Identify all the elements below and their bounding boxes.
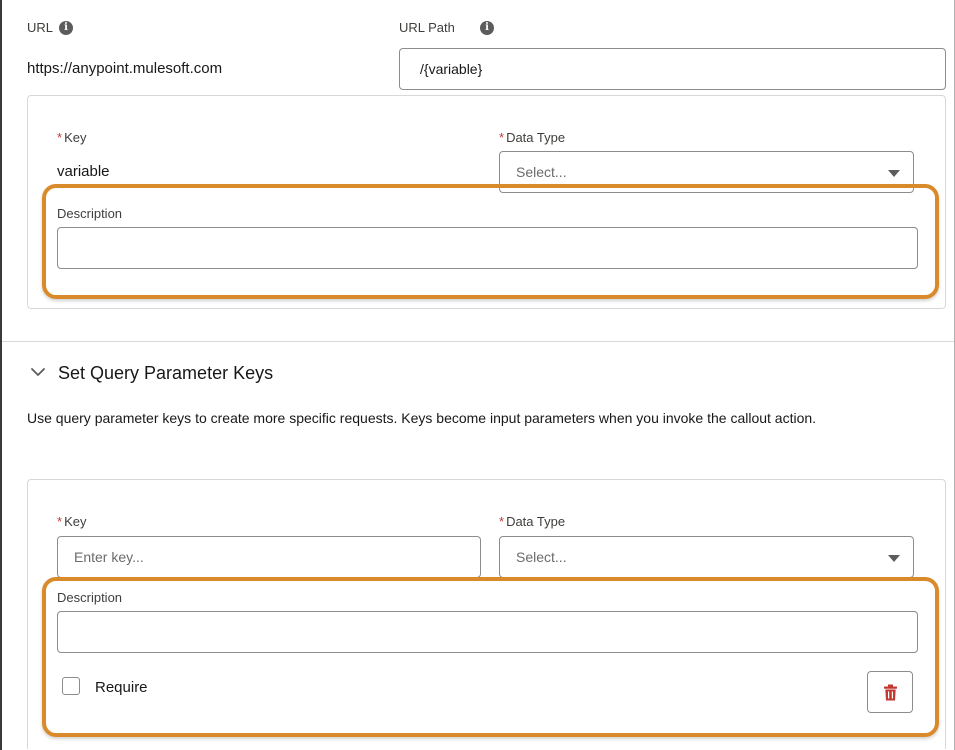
query-description-input[interactable] [57, 611, 918, 653]
url-label: URL [27, 20, 54, 35]
required-marker: * [499, 514, 505, 529]
query-data-type-select[interactable]: Select... [499, 536, 914, 578]
info-icon[interactable]: i [59, 21, 73, 35]
require-label[interactable]: Require [95, 679, 148, 696]
description-label: Description [57, 206, 123, 221]
required-marker: * [57, 130, 63, 145]
query-data-type-placeholder: Select... [516, 549, 567, 565]
section-divider [2, 341, 954, 342]
key-label: * Key [57, 130, 86, 145]
url-path-label: URL Path [399, 20, 455, 35]
url-value: https://anypoint.mulesoft.com [27, 60, 223, 77]
data-type-label: * Data Type [499, 130, 565, 145]
dropdown-arrow-icon [888, 555, 900, 562]
required-marker: * [499, 130, 505, 145]
section-help-text: Use query parameter keys to create more … [27, 410, 817, 426]
description-input[interactable] [57, 227, 918, 269]
data-type-label-text: Data Type [506, 130, 566, 145]
url-path-value: /{variable} [420, 61, 483, 77]
query-key-placeholder: Enter key... [74, 549, 144, 565]
url-path-input[interactable]: /{variable} [399, 48, 946, 90]
data-type-placeholder: Select... [516, 164, 567, 180]
key-label-text: Key [64, 130, 87, 145]
query-data-type-label: * Data Type [499, 514, 565, 529]
delete-button[interactable] [867, 671, 913, 713]
section-title[interactable]: Set Query Parameter Keys [58, 363, 273, 384]
query-key-input[interactable]: Enter key... [57, 536, 481, 578]
query-description-label: Description [57, 590, 123, 605]
key-value: variable [57, 163, 110, 180]
dropdown-arrow-icon [888, 170, 900, 177]
required-marker: * [57, 514, 63, 529]
path-param-card [27, 95, 946, 309]
query-data-type-label-text: Data Type [506, 514, 566, 529]
query-key-label-text: Key [64, 514, 87, 529]
info-icon[interactable]: i [480, 21, 494, 35]
require-checkbox[interactable] [62, 677, 80, 695]
chevron-down-icon[interactable] [30, 366, 46, 378]
trash-icon [884, 684, 897, 701]
data-type-select[interactable]: Select... [499, 151, 914, 193]
query-key-label: * Key [57, 514, 86, 529]
